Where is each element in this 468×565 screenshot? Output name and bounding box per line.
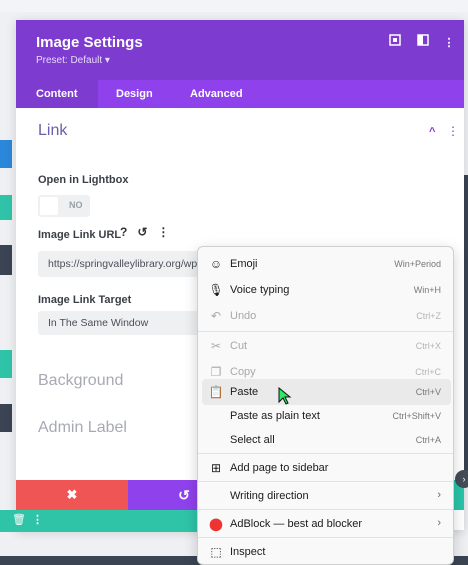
menu-item-paste-plain[interactable]: Paste as plain text Ctrl+Shift+V bbox=[202, 403, 451, 429]
admin-label-section-title[interactable]: Admin Label bbox=[38, 419, 127, 437]
preset-selector[interactable]: Preset: Default ▾ bbox=[36, 55, 110, 66]
menu-label: Cut bbox=[230, 340, 248, 352]
scissors-icon: ✂ bbox=[210, 339, 222, 353]
menu-item-voice-typing[interactable]: 🎙 Voice typing Win+H bbox=[202, 277, 451, 303]
inspect-icon: ⬚ bbox=[210, 545, 222, 559]
menu-shortcut: Ctrl+Shift+V bbox=[392, 411, 441, 421]
page-top-strip bbox=[0, 0, 468, 12]
lightbox-toggle[interactable]: NO bbox=[38, 195, 90, 217]
cancel-button[interactable]: ✖ bbox=[16, 480, 128, 510]
menu-item-emoji[interactable]: ☺ Emoji Win+Period bbox=[202, 251, 451, 277]
menu-label: Writing direction bbox=[230, 490, 309, 502]
toggle-value: NO bbox=[69, 200, 83, 210]
settings-tabs: Content Design Advanced bbox=[16, 80, 464, 108]
modal-title: Image Settings bbox=[36, 34, 143, 51]
chevron-right-icon: › bbox=[437, 489, 441, 501]
copy-icon: ❐ bbox=[210, 365, 222, 379]
split-view-icon[interactable] bbox=[414, 34, 432, 52]
adblock-icon: ⬤ bbox=[209, 517, 223, 531]
background-section-title[interactable]: Background bbox=[38, 372, 123, 390]
menu-shortcut: Win+H bbox=[413, 285, 441, 295]
menu-shortcut: Win+Period bbox=[394, 259, 441, 269]
section-more-icon[interactable]: ⋮ bbox=[447, 124, 459, 138]
chevron-up-icon[interactable]: ^ bbox=[429, 126, 435, 138]
menu-item-inspect[interactable]: ⬚ Inspect bbox=[202, 539, 451, 565]
page-left-teal-strip bbox=[0, 195, 12, 220]
paste-icon: 📋 bbox=[208, 385, 224, 399]
page-left-teal-strip-2 bbox=[0, 350, 12, 378]
expand-circle-icon[interactable]: › bbox=[455, 470, 468, 488]
microphone-icon: 🎙 bbox=[208, 283, 224, 297]
menu-label: Paste as plain text bbox=[230, 410, 320, 422]
menu-shortcut: Ctrl+V bbox=[415, 387, 441, 397]
image-link-target-label: Image Link Target bbox=[38, 294, 132, 306]
menu-item-adblock[interactable]: ⬤ AdBlock — best ad blocker › bbox=[202, 511, 451, 537]
menu-separator bbox=[198, 453, 453, 454]
modal-header: Image Settings Preset: Default ▾ ⋮ bbox=[16, 20, 464, 80]
link-section-title[interactable]: Link bbox=[38, 122, 67, 140]
page-left-dark-strip-2 bbox=[0, 404, 12, 432]
menu-item-cut[interactable]: ✂ Cut Ctrl+X bbox=[202, 333, 451, 359]
menu-label: Copy bbox=[230, 366, 256, 378]
tab-advanced[interactable]: Advanced bbox=[190, 80, 243, 108]
menu-separator bbox=[198, 509, 453, 510]
menu-label: Voice typing bbox=[230, 284, 290, 296]
tab-design[interactable]: Design bbox=[116, 80, 153, 108]
menu-shortcut: Ctrl+A bbox=[415, 435, 441, 445]
open-in-lightbox-label: Open in Lightbox bbox=[38, 174, 129, 186]
menu-item-paste[interactable]: 📋 Paste Ctrl+V bbox=[202, 379, 451, 405]
reset-icon[interactable]: ↺ bbox=[137, 225, 147, 239]
menu-label: AdBlock — best ad blocker bbox=[230, 518, 363, 530]
menu-label: Inspect bbox=[230, 546, 266, 558]
menu-label: Select all bbox=[230, 434, 275, 446]
field-icons: ? ↺ ⋮ bbox=[120, 225, 179, 239]
context-menu: ☺ Emoji Win+Period 🎙 Voice typing Win+H … bbox=[197, 246, 454, 565]
help-icon[interactable]: ? bbox=[120, 225, 127, 239]
toggle-knob bbox=[40, 197, 58, 215]
menu-item-select-all[interactable]: Select all Ctrl+A bbox=[202, 427, 451, 453]
image-link-target-select[interactable]: In The Same Window bbox=[38, 311, 218, 335]
menu-label: Undo bbox=[230, 310, 257, 322]
menu-shortcut: Ctrl+X bbox=[415, 341, 441, 351]
tab-content[interactable]: Content bbox=[16, 80, 98, 108]
page-left-dark-strip bbox=[0, 245, 12, 275]
menu-separator bbox=[198, 537, 453, 538]
page-left-blue-strip bbox=[0, 140, 12, 168]
trash-icon[interactable]: 🗑 bbox=[12, 513, 26, 526]
menu-item-undo[interactable]: ↶ Undo Ctrl+Z bbox=[202, 303, 451, 329]
select-value: In The Same Window bbox=[48, 317, 149, 329]
undo-icon: ↶ bbox=[210, 309, 222, 323]
image-link-url-label: Image Link URL bbox=[38, 229, 122, 241]
menu-shortcut: Ctrl+Z bbox=[416, 311, 441, 321]
menu-label: Paste bbox=[230, 386, 259, 398]
emoji-icon: ☺ bbox=[209, 257, 223, 271]
menu-label: Emoji bbox=[230, 258, 258, 270]
menu-separator bbox=[198, 331, 453, 332]
field-more-icon[interactable]: ⋮ bbox=[157, 225, 169, 239]
chevron-right-icon: › bbox=[437, 517, 441, 529]
menu-shortcut: Ctrl+C bbox=[415, 367, 441, 377]
toolbar-more-icon[interactable]: ⋮ bbox=[32, 513, 43, 526]
menu-item-writing-direction[interactable]: Writing direction › bbox=[202, 483, 451, 509]
fullscreen-icon[interactable] bbox=[386, 34, 404, 52]
menu-label: Add page to sidebar bbox=[230, 462, 329, 474]
menu-separator bbox=[198, 481, 453, 482]
sidebar-icon: ⊞ bbox=[210, 461, 222, 475]
menu-item-add-page-sidebar[interactable]: ⊞ Add page to sidebar bbox=[202, 455, 451, 481]
more-options-icon[interactable]: ⋮ bbox=[440, 34, 458, 52]
